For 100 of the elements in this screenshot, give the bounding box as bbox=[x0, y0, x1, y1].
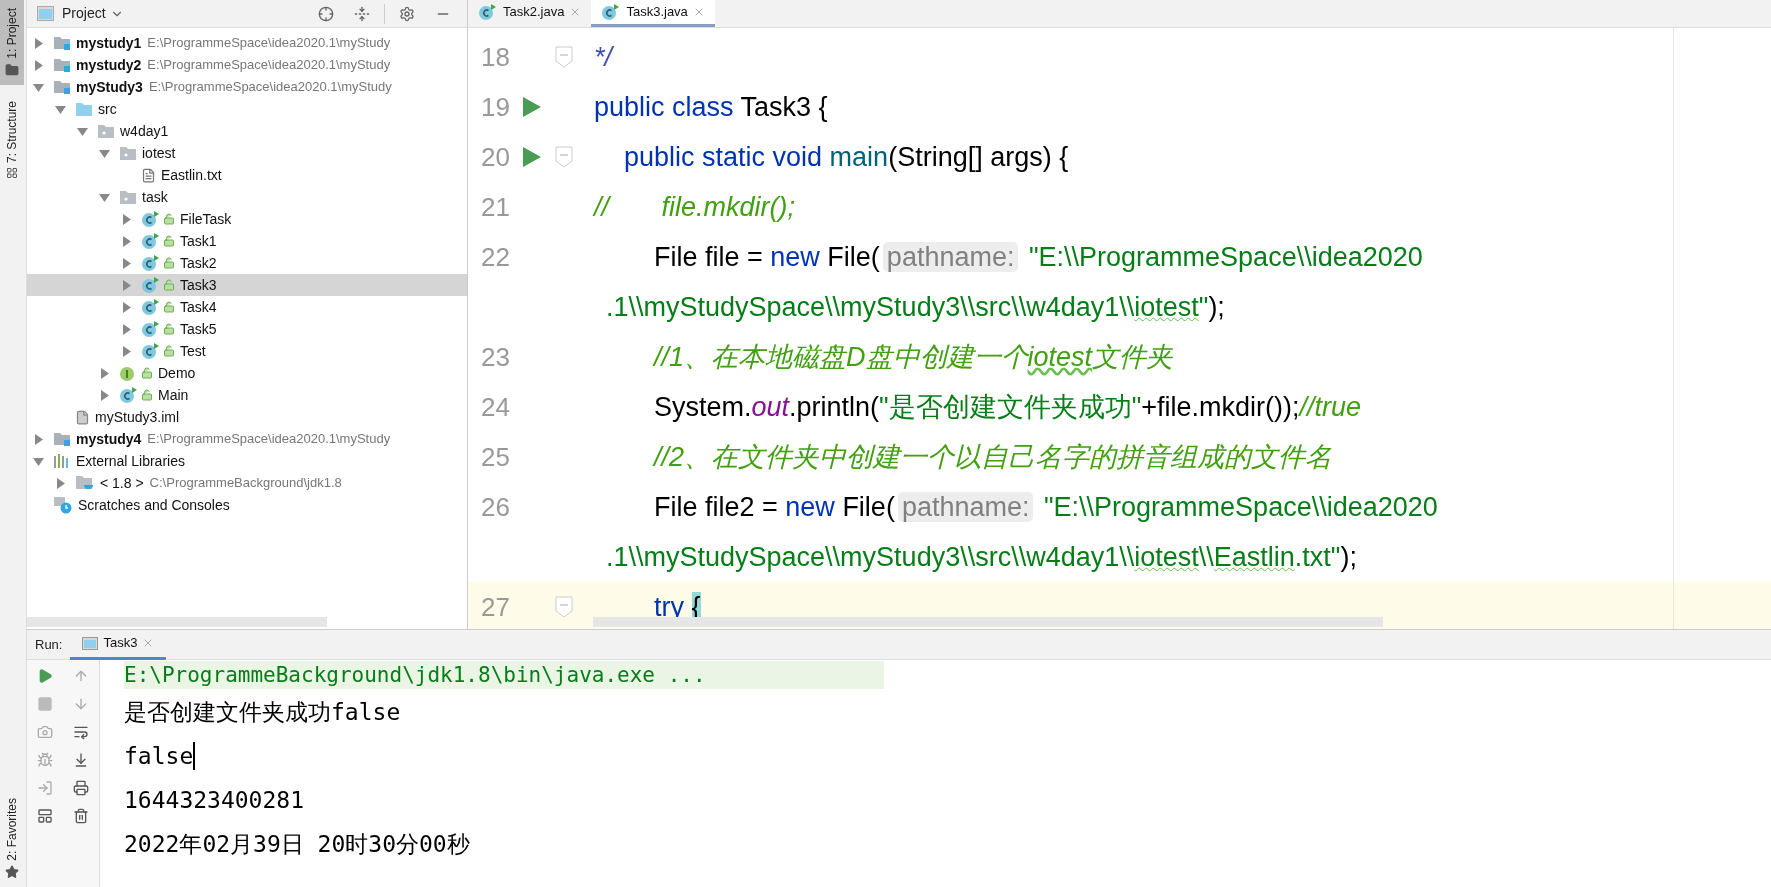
code-line: */ bbox=[593, 40, 612, 74]
tree-item-label: iotest bbox=[142, 143, 176, 163]
tree-item-label: mystudy2 bbox=[76, 55, 142, 75]
run-icon[interactable] bbox=[523, 97, 541, 117]
line-number: 20 bbox=[481, 141, 510, 172]
console-output-line: 2022年02月39日 20时30分00秒 bbox=[124, 829, 470, 859]
editor-tab[interactable]: Task3.java bbox=[591, 0, 715, 27]
tree-item-label: External Libraries bbox=[76, 451, 185, 471]
collapsed-arrow-icon[interactable] bbox=[121, 279, 132, 291]
tree-item[interactable]: Task1 bbox=[27, 230, 467, 252]
run-label: Run: bbox=[34, 635, 64, 654]
code-line: // file.mkdir(); bbox=[591, 190, 795, 224]
expanded-arrow-icon[interactable] bbox=[77, 125, 88, 137]
line-number: 23 bbox=[481, 341, 510, 372]
tree-item-path: E:\ProgrammeSpace\idea2020.1\myStudy bbox=[147, 56, 391, 75]
tree-item-path: E:\ProgrammeSpace\idea2020.1\myStudy bbox=[148, 78, 392, 97]
panel-icon bbox=[37, 6, 54, 21]
expanded-arrow-icon[interactable] bbox=[33, 455, 44, 467]
class-icon bbox=[141, 254, 161, 272]
tree-item-path: E:\ProgrammeSpace\idea2020.1\myStudy bbox=[147, 34, 391, 53]
tree-item-label: Task3 bbox=[180, 275, 217, 295]
line-number: 18 bbox=[481, 41, 510, 72]
editor-tab[interactable]: Task2.java bbox=[468, 0, 592, 27]
tree-item-label: mystudy1 bbox=[76, 33, 142, 53]
lock-icon bbox=[163, 345, 175, 357]
tree-item[interactable]: Task2 bbox=[27, 252, 467, 274]
tree-item-label: Demo bbox=[158, 363, 196, 383]
tree-item[interactable]: Main bbox=[27, 384, 467, 406]
tree-item-label: Scratches and Consoles bbox=[78, 495, 230, 515]
tree-item[interactable]: mystudy2 E:\ProgrammeSpace\idea2020.1\myStudy bbox=[27, 54, 467, 76]
tree-item[interactable]: Task3 bbox=[27, 274, 467, 296]
run-icon[interactable] bbox=[523, 147, 541, 167]
collapsed-arrow-icon[interactable] bbox=[99, 389, 110, 401]
console-output-line: 是否创建文件夹成功false bbox=[124, 697, 401, 727]
tree-item[interactable]: Scratches and Consoles bbox=[27, 494, 467, 516]
tree-item[interactable]: myStudy3 E:\ProgrammeSpace\idea2020.1\myStudy bbox=[27, 76, 467, 98]
code-line: public static void main(String[] args) { bbox=[623, 140, 1069, 174]
collapsed-arrow-icon[interactable] bbox=[33, 59, 44, 71]
tree-item[interactable]: w4day1 bbox=[27, 120, 467, 142]
tree-item[interactable]: Demo bbox=[27, 362, 467, 384]
tree-item[interactable]: FileTask bbox=[27, 208, 467, 230]
console-output-line: false bbox=[124, 741, 194, 771]
horizontal-scrollbar[interactable] bbox=[593, 617, 1383, 627]
collapsed-arrow-icon[interactable] bbox=[99, 367, 110, 379]
collapsed-arrow-icon[interactable] bbox=[33, 37, 44, 49]
tree-item-label: Task5 bbox=[180, 319, 217, 339]
lock-icon bbox=[163, 279, 175, 291]
fold-marker-icon[interactable] bbox=[555, 596, 573, 618]
fold-marker-icon[interactable] bbox=[555, 46, 573, 68]
tree-item[interactable]: < 1.8 > C:\ProgrammeBackground\jdk1.8 bbox=[27, 472, 467, 494]
line-number: 22 bbox=[481, 241, 510, 272]
tree-item[interactable]: task bbox=[27, 186, 467, 208]
collapsed-arrow-icon[interactable] bbox=[55, 477, 66, 489]
fold-marker-icon[interactable] bbox=[555, 146, 573, 168]
class-icon bbox=[478, 2, 498, 21]
tree-item[interactable]: myStudy3.iml bbox=[27, 406, 467, 428]
code-line: File file = new File( pathname: "E:\\ProgrammeSpace\\idea2020 bbox=[653, 240, 1423, 274]
collapsed-arrow-icon[interactable] bbox=[121, 301, 132, 313]
class-icon bbox=[141, 210, 161, 228]
horizontal-scrollbar[interactable] bbox=[27, 617, 327, 627]
tree-item[interactable]: Eastlin.txt bbox=[27, 164, 467, 186]
line-number: 27 bbox=[481, 591, 510, 622]
tree-item[interactable]: Test bbox=[27, 340, 467, 362]
expanded-arrow-icon[interactable] bbox=[99, 147, 110, 159]
collapsed-arrow-icon[interactable] bbox=[121, 345, 132, 357]
tool-window-tab[interactable]: 1: Project bbox=[0, 0, 24, 85]
code-line: public class Task3 { bbox=[593, 90, 828, 124]
code-line: //1、在本地磁盘D盘中创建一个iotest文件夹 bbox=[651, 340, 1174, 374]
text-file-icon bbox=[141, 167, 156, 183]
line-number: 25 bbox=[481, 441, 510, 472]
tree-item[interactable]: External Libraries bbox=[27, 450, 467, 472]
class-icon bbox=[141, 342, 161, 360]
tree-item[interactable]: Task5 bbox=[27, 318, 467, 340]
expanded-arrow-icon[interactable] bbox=[55, 103, 66, 115]
collapsed-arrow-icon[interactable] bbox=[121, 213, 132, 225]
expanded-arrow-icon[interactable] bbox=[99, 191, 110, 203]
tree-item[interactable]: src bbox=[27, 98, 467, 120]
collapsed-arrow-icon[interactable] bbox=[121, 235, 132, 247]
tree-item-label: w4day1 bbox=[120, 121, 169, 141]
lock-icon bbox=[163, 323, 175, 335]
lock-icon bbox=[163, 213, 175, 225]
view-selector[interactable]: Project bbox=[62, 3, 124, 24]
collapsed-arrow-icon[interactable] bbox=[121, 323, 132, 335]
star-icon bbox=[5, 865, 19, 879]
tree-item[interactable]: mystudy1 E:\ProgrammeSpace\idea2020.1\myStudy bbox=[27, 32, 467, 54]
lock-icon bbox=[163, 301, 175, 313]
console-output-line: 1644323400281 bbox=[124, 785, 304, 815]
line-number: 26 bbox=[481, 491, 510, 522]
class-icon bbox=[141, 276, 161, 294]
tree-item[interactable]: Task4 bbox=[27, 296, 467, 318]
class-icon bbox=[141, 320, 161, 338]
tree-item[interactable]: iotest bbox=[27, 142, 467, 164]
collapsed-arrow-icon[interactable] bbox=[121, 257, 132, 269]
tree-item[interactable]: mystudy4 E:\ProgrammeSpace\idea2020.1\myStudy bbox=[27, 428, 467, 450]
tree-item-label: mystudy4 bbox=[76, 429, 142, 449]
tool-window-tab[interactable]: 2: Favorites bbox=[0, 790, 24, 887]
expanded-arrow-icon[interactable] bbox=[33, 81, 44, 93]
sdk-folder-icon bbox=[75, 475, 95, 491]
collapsed-arrow-icon[interactable] bbox=[33, 433, 44, 445]
tool-window-tab[interactable]: 7: Structure bbox=[0, 92, 24, 187]
